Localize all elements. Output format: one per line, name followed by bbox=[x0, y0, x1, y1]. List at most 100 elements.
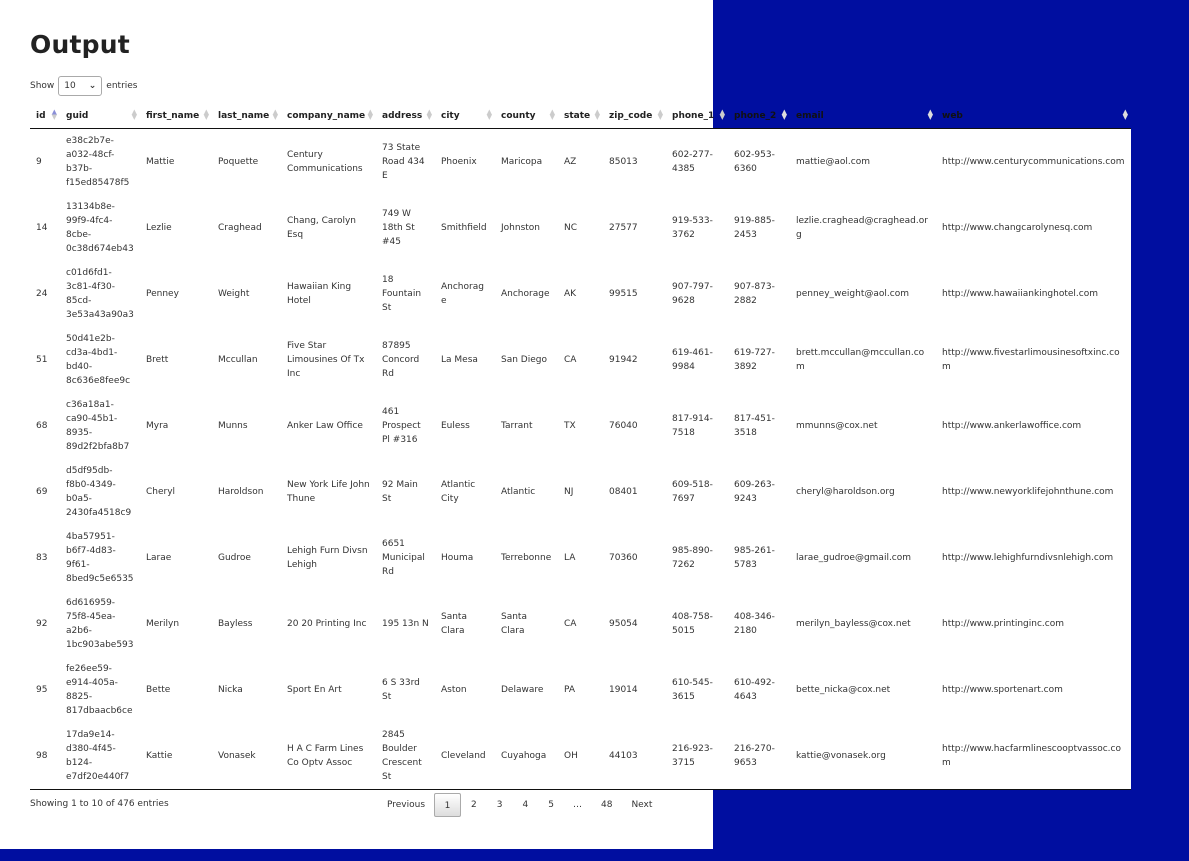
table-row: 14 13134b8e-99f9-4fc4-8cbe-0c38d674eb43 Le… bbox=[30, 195, 1131, 261]
cell-last-name: Bayless bbox=[212, 591, 281, 657]
cell-last-name: Poquette bbox=[212, 128, 281, 195]
cell-id: 98 bbox=[30, 723, 60, 790]
column-header-label: web bbox=[942, 111, 963, 121]
cell-guid: e38c2b7e-a032-48cf-b37b-f15ed85478f5 bbox=[60, 128, 140, 195]
cell-email: kattie@vonasek.org bbox=[790, 723, 936, 790]
page-button[interactable]: 5 bbox=[538, 793, 564, 817]
column-header-last-name[interactable]: last_name ▲ ▼ bbox=[212, 104, 281, 129]
page-button[interactable]: 2 bbox=[461, 793, 487, 817]
cell-id: 68 bbox=[30, 393, 60, 459]
cell-city: Anchorage bbox=[435, 261, 495, 327]
page-button[interactable]: 3 bbox=[487, 793, 513, 817]
cell-state: LA bbox=[558, 525, 603, 591]
column-header-company-name[interactable]: company_name ▲ ▼ bbox=[281, 104, 376, 129]
cell-state: NJ bbox=[558, 459, 603, 525]
cell-last-name: Nicka bbox=[212, 657, 281, 723]
column-header-county[interactable]: county ▲ ▼ bbox=[495, 104, 558, 129]
chevron-down-icon: ⌄ bbox=[88, 81, 97, 91]
cell-guid: 4ba57951-b6f7-4d83-9f61-8bed9c5e6535 bbox=[60, 525, 140, 591]
entries-select-value: 10 bbox=[64, 81, 76, 91]
sort-icon: ▲ ▼ bbox=[1122, 108, 1128, 121]
cell-first-name: Lezlie bbox=[140, 195, 212, 261]
column-header-web[interactable]: web ▲ ▼ bbox=[936, 104, 1131, 129]
cell-web: http://www.centurycommunications.com bbox=[936, 128, 1131, 195]
pagination: Previous 1 2 3 4 5 … 48 Next bbox=[378, 793, 661, 817]
cell-phone-1: 610-545-3615 bbox=[666, 657, 728, 723]
column-header-city[interactable]: city ▲ ▼ bbox=[435, 104, 495, 129]
cell-phone-2: 609-263-9243 bbox=[728, 459, 790, 525]
cell-first-name: Penney bbox=[140, 261, 212, 327]
column-header-label: company_name bbox=[287, 111, 366, 121]
column-header-zip-code[interactable]: zip_code ▲ ▼ bbox=[603, 104, 666, 129]
cell-web: http://www.sportenart.com bbox=[936, 657, 1131, 723]
column-header-state[interactable]: state ▲ ▼ bbox=[558, 104, 603, 129]
cell-company-name: Lehigh Furn Divsn Lehigh bbox=[281, 525, 376, 591]
cell-state: OH bbox=[558, 723, 603, 790]
table-row: 24 c01d6fd1-3c81-4f30-85cd-3e53a43a90a3 Pe… bbox=[30, 261, 1131, 327]
cell-email: mattie@aol.com bbox=[790, 128, 936, 195]
cell-id: 92 bbox=[30, 591, 60, 657]
cell-id: 51 bbox=[30, 327, 60, 393]
cell-county: Terrebonne bbox=[495, 525, 558, 591]
sort-icon: ▲ ▼ bbox=[367, 108, 373, 121]
cell-phone-1: 619-461-9984 bbox=[666, 327, 728, 393]
cell-web: http://www.ankerlawoffice.com bbox=[936, 393, 1131, 459]
previous-button[interactable]: Previous bbox=[378, 793, 434, 817]
cell-company-name: 20 20 Printing Inc bbox=[281, 591, 376, 657]
column-header-phone-2[interactable]: phone_2 ▲ ▼ bbox=[728, 104, 790, 129]
cell-phone-2: 985-261-5783 bbox=[728, 525, 790, 591]
column-header-phone-1[interactable]: phone_1 ▲ ▼ bbox=[666, 104, 728, 129]
cell-county: Johnston bbox=[495, 195, 558, 261]
cell-address: 6651 Municipal Rd bbox=[376, 525, 435, 591]
cell-email: mmunns@cox.net bbox=[790, 393, 936, 459]
column-header-label: id bbox=[36, 111, 46, 121]
table-row: 98 17da9e14-d380-4f45-b124-e7df20e440f7 Ka… bbox=[30, 723, 1131, 790]
cell-company-name: Century Communications bbox=[281, 128, 376, 195]
cell-email: brett.mccullan@mccullan.com bbox=[790, 327, 936, 393]
sort-icon: ▲ ▼ bbox=[657, 108, 663, 121]
sort-ascending-icon: ▲ ▼ bbox=[51, 108, 57, 121]
page-button[interactable]: 48 bbox=[591, 793, 622, 817]
cell-phone-2: 610-492-4643 bbox=[728, 657, 790, 723]
cell-company-name: Hawaiian King Hotel bbox=[281, 261, 376, 327]
cell-phone-1: 216-923-3715 bbox=[666, 723, 728, 790]
cell-company-name: H A C Farm Lines Co Optv Assoc bbox=[281, 723, 376, 790]
cell-first-name: Mattie bbox=[140, 128, 212, 195]
cell-county: Delaware bbox=[495, 657, 558, 723]
page-button[interactable]: 4 bbox=[513, 793, 539, 817]
column-header-email[interactable]: email ▲ ▼ bbox=[790, 104, 936, 129]
cell-state: AZ bbox=[558, 128, 603, 195]
cell-address: 461 Prospect Pl #316 bbox=[376, 393, 435, 459]
cell-guid: 13134b8e-99f9-4fc4-8cbe-0c38d674eb43 bbox=[60, 195, 140, 261]
column-header-first-name[interactable]: first_name ▲ ▼ bbox=[140, 104, 212, 129]
sort-icon: ▲ ▼ bbox=[781, 108, 787, 121]
column-header-guid[interactable]: guid ▲ ▼ bbox=[60, 104, 140, 129]
cell-first-name: Kattie bbox=[140, 723, 212, 790]
cell-web: http://www.hawaiiankinghotel.com bbox=[936, 261, 1131, 327]
cell-county: Atlantic bbox=[495, 459, 558, 525]
cell-web: http://www.lehighfurndivsnlehigh.com bbox=[936, 525, 1131, 591]
column-header-label: last_name bbox=[218, 111, 270, 121]
entries-select[interactable]: 10 ⌄ bbox=[58, 76, 103, 96]
cell-city: Atlantic City bbox=[435, 459, 495, 525]
page-button[interactable]: 1 bbox=[434, 793, 462, 817]
column-header-address[interactable]: address ▲ ▼ bbox=[376, 104, 435, 129]
sort-icon: ▲ ▼ bbox=[719, 108, 725, 121]
sort-icon: ▲ ▼ bbox=[131, 108, 137, 121]
cell-id: 9 bbox=[30, 128, 60, 195]
next-button[interactable]: Next bbox=[622, 793, 661, 817]
column-header-label: county bbox=[501, 111, 536, 121]
cell-company-name: Five Star Limousines Of Tx Inc bbox=[281, 327, 376, 393]
cell-phone-2: 216-270-9653 bbox=[728, 723, 790, 790]
cell-web: http://www.changcarolynesq.com bbox=[936, 195, 1131, 261]
cell-address: 18 Fountain St bbox=[376, 261, 435, 327]
cell-address: 195 13n N bbox=[376, 591, 435, 657]
cell-city: Cleveland bbox=[435, 723, 495, 790]
table-row: 95 fe26ee59-e914-405a-8825-817dbaacb6ce Be… bbox=[30, 657, 1131, 723]
column-header-label: phone_1 bbox=[672, 111, 715, 121]
cell-address: 2845 Boulder Crescent St bbox=[376, 723, 435, 790]
column-header-id[interactable]: id ▲ ▼ bbox=[30, 104, 60, 129]
column-header-label: address bbox=[382, 111, 423, 121]
table-row: 69 d5df95db-f8b0-4349-b0a5-2430fa4518c9 Ch… bbox=[30, 459, 1131, 525]
cell-zip-code: 76040 bbox=[603, 393, 666, 459]
